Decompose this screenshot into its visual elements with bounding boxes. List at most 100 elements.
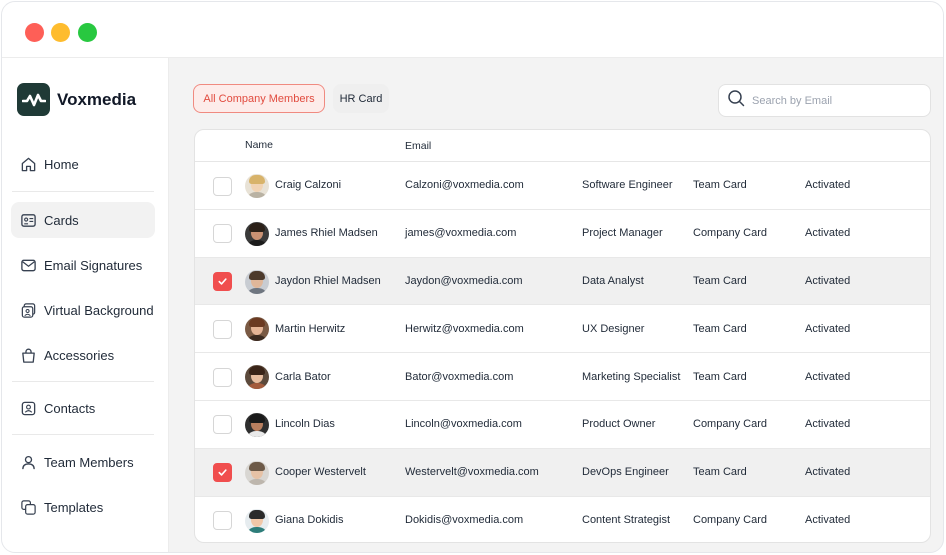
sidebar-divider — [12, 381, 154, 382]
card-type-cell: Company Card — [693, 227, 767, 240]
checkmark-icon — [218, 469, 227, 476]
sidebar-divider — [12, 191, 154, 192]
email-cell: Lincoln@voxmedia.com — [405, 418, 522, 431]
status-cell: Activated — [805, 370, 851, 383]
column-header-email[interactable]: Email — [405, 140, 431, 152]
role-cell: DevOps Engineer — [582, 466, 669, 479]
status-cell: Activated — [805, 179, 851, 192]
email-cell: Westervelt@voxmedia.com — [405, 466, 539, 479]
sidebar-item-virtual-background[interactable]: Virtual Background — [11, 292, 155, 328]
table-row[interactable]: Lincoln Dias Lincoln@voxmedia.com Product … — [195, 401, 930, 449]
card-type-cell: Team Card — [693, 274, 747, 287]
member-name: Martin Herwitz — [275, 322, 346, 335]
status-cell: Activated — [805, 274, 851, 287]
sidebar: Voxmedia Home Cards Email Signatures Vir… — [2, 58, 169, 552]
sidebar-item-label: Virtual Background — [44, 302, 154, 318]
row-checkbox[interactable] — [213, 415, 232, 435]
sidebar-item-email-signatures[interactable]: Email Signatures — [11, 247, 155, 283]
role-cell: Project Manager — [582, 227, 663, 240]
row-checkbox[interactable] — [213, 319, 232, 339]
status-cell: Activated — [805, 227, 851, 240]
tab-all-company-members[interactable]: All Company Members — [193, 84, 325, 113]
sidebar-item-label: Contacts — [44, 400, 96, 416]
card-type-cell: Company Card — [693, 514, 767, 527]
sidebar-item-label: Team Members — [44, 454, 134, 470]
sidebar-item-templates[interactable]: Templates — [11, 489, 155, 525]
email-cell: Dokidis@voxmedia.com — [405, 514, 524, 527]
table-row[interactable]: Giana Dokidis Dokidis@voxmedia.com Content… — [195, 497, 930, 542]
row-checkbox[interactable] — [213, 511, 232, 531]
checkmark-icon — [218, 278, 227, 285]
row-checkbox[interactable] — [213, 367, 232, 387]
avatar — [245, 365, 269, 390]
app-window: Voxmedia Home Cards Email Signatures Vir… — [1, 1, 944, 553]
card-type-cell: Team Card — [693, 466, 747, 479]
email-cell: Calzoni@voxmedia.com — [405, 179, 524, 192]
row-checkbox[interactable] — [213, 176, 232, 196]
email-cell: james@voxmedia.com — [405, 227, 517, 240]
search-box[interactable] — [718, 84, 931, 117]
mail-icon — [19, 256, 37, 274]
table-row[interactable]: Carla Bator Bator@voxmedia.com Marketing S… — [195, 353, 930, 401]
table-body: Craig Calzoni Calzoni@voxmedia.com Softwar… — [195, 162, 930, 542]
role-cell: Data Analyst — [582, 274, 644, 287]
table-row[interactable]: Craig Calzoni Calzoni@voxmedia.com Softwar… — [195, 162, 930, 210]
table-row[interactable]: Martin Herwitz Herwitz@voxmedia.com UX Des… — [195, 305, 930, 354]
table-row[interactable]: Cooper Westervelt Westervelt@voxmedia.com… — [195, 448, 930, 497]
tab-hr-card[interactable]: HR Card — [333, 84, 389, 113]
sidebar-item-team-members[interactable]: Team Members — [11, 444, 155, 480]
brand: Voxmedia — [17, 83, 136, 116]
card-type-cell: Company Card — [693, 418, 767, 431]
member-name: James Rhiel Madsen — [275, 227, 378, 240]
row-checkbox[interactable] — [213, 224, 232, 244]
role-cell: Software Engineer — [582, 179, 673, 192]
table-header: Name Email — [195, 130, 930, 162]
member-name: Craig Calzoni — [275, 179, 342, 192]
table-row[interactable]: James Rhiel Madsen james@voxmedia.com Proj… — [195, 210, 930, 258]
search-icon — [727, 89, 745, 112]
avatar — [245, 412, 269, 437]
templates-icon — [19, 498, 37, 516]
avatar — [245, 221, 269, 246]
avatar — [245, 269, 269, 294]
role-cell: Content Strategist — [582, 514, 671, 527]
search-input[interactable] — [752, 94, 922, 107]
member-name: Jaydon Rhiel Madsen — [275, 274, 381, 287]
row-checkbox[interactable] — [213, 272, 232, 292]
sidebar-item-label: Templates — [44, 499, 104, 515]
sidebar-item-label: Email Signatures — [44, 257, 143, 273]
sidebar-divider — [12, 434, 154, 435]
card-type-cell: Team Card — [693, 322, 747, 335]
table-row[interactable]: Jaydon Rhiel Madsen Jaydon@voxmedia.com Da… — [195, 257, 930, 306]
sidebar-item-cards[interactable]: Cards — [11, 202, 155, 238]
card-type-cell: Team Card — [693, 370, 747, 383]
status-cell: Activated — [805, 322, 851, 335]
member-name: Giana Dokidis — [275, 514, 344, 527]
title-bar — [2, 2, 943, 58]
column-header-name[interactable]: Name — [245, 139, 273, 151]
member-name: Lincoln Dias — [275, 418, 335, 431]
avatar — [245, 508, 269, 533]
email-cell: Bator@voxmedia.com — [405, 370, 514, 383]
sidebar-item-accessories[interactable]: Accessories — [11, 337, 155, 373]
close-window-button[interactable] — [25, 23, 44, 42]
maximize-window-button[interactable] — [78, 23, 97, 42]
home-icon — [19, 155, 37, 173]
sidebar-item-home[interactable]: Home — [11, 146, 155, 182]
user-icon — [19, 453, 37, 471]
sidebar-item-contacts[interactable]: Contacts — [11, 390, 155, 426]
role-cell: Marketing Specialist — [582, 370, 681, 383]
contact-icon — [19, 399, 37, 417]
members-table: Name Email Craig Calzoni Calzoni@voxmedia… — [194, 129, 931, 543]
role-cell: Product Owner — [582, 418, 656, 431]
sidebar-item-label: Home — [44, 156, 79, 172]
background-icon — [19, 301, 37, 319]
row-checkbox[interactable] — [213, 463, 232, 483]
bag-icon — [19, 346, 37, 364]
cards-icon — [19, 211, 37, 229]
status-cell: Activated — [805, 466, 851, 479]
card-type-cell: Team Card — [693, 179, 747, 192]
avatar — [245, 174, 269, 198]
member-name: Cooper Westervelt — [275, 466, 366, 479]
minimize-window-button[interactable] — [51, 23, 70, 42]
